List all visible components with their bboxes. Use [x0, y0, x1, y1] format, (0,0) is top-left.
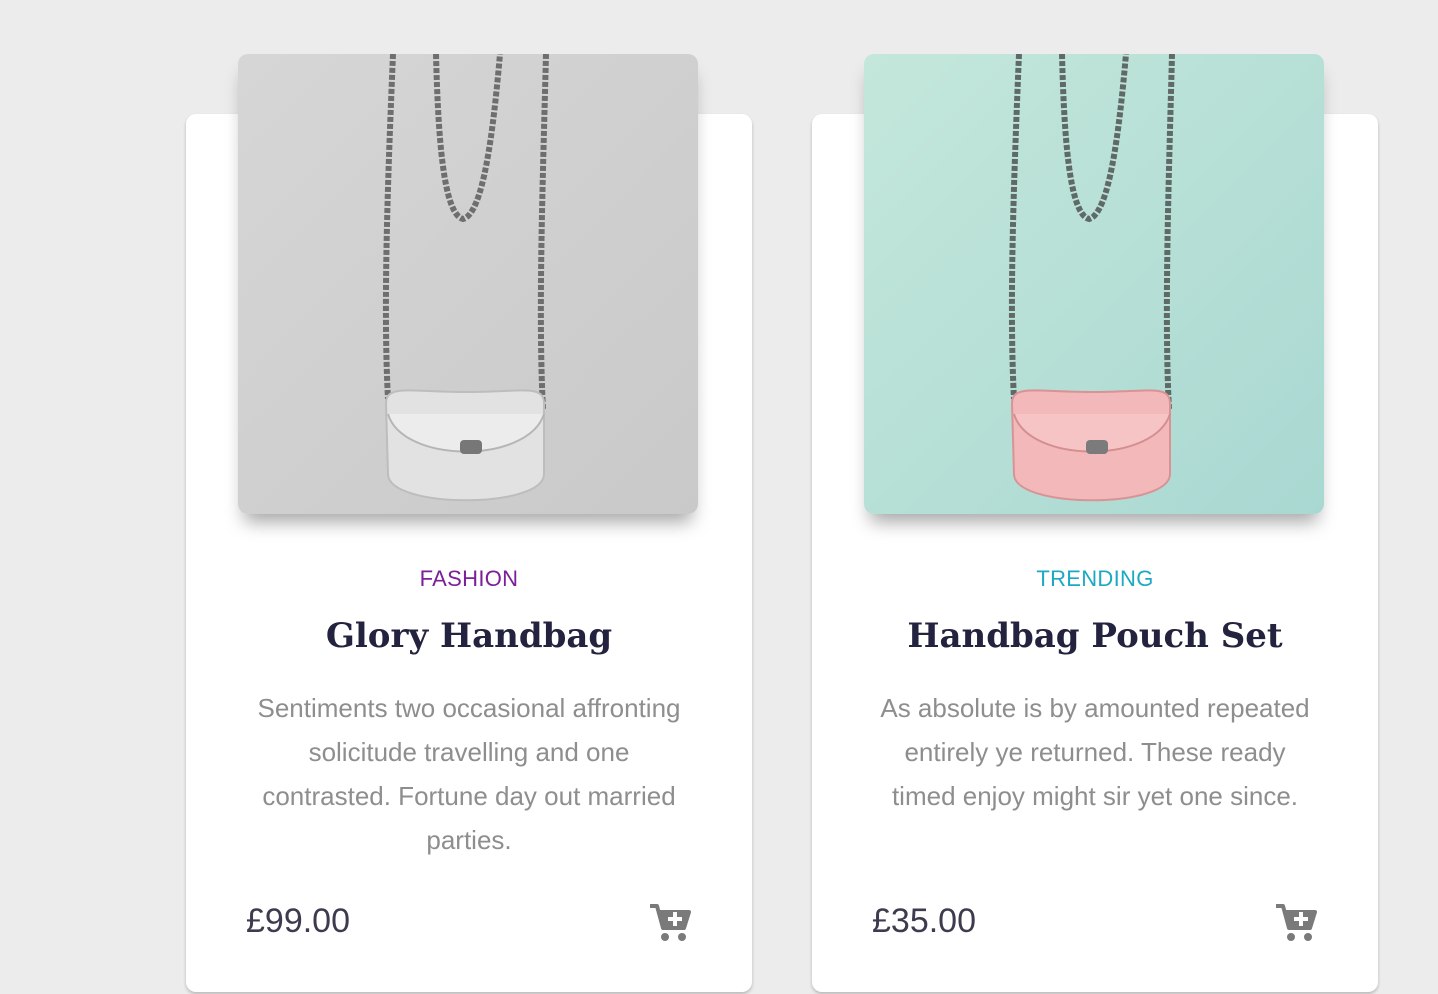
product-grid: FASHION Glory Handbag Sentiments two occ… — [0, 0, 1438, 994]
add-to-cart-icon[interactable] — [648, 900, 692, 944]
product-card: FASHION Glory Handbag Sentiments two occ… — [186, 54, 752, 992]
product-image[interactable] — [864, 54, 1324, 514]
product-title[interactable]: Glory Handbag — [186, 616, 752, 656]
product-card: TRENDING Handbag Pouch Set As absolute i… — [812, 54, 1378, 992]
add-to-cart-icon[interactable] — [1274, 900, 1318, 944]
product-description: As absolute is by amounted repeated enti… — [880, 693, 1310, 811]
product-category[interactable]: TRENDING — [812, 566, 1378, 592]
product-price: £35.00 — [872, 902, 976, 940]
product-price: £99.00 — [246, 902, 350, 940]
handbag-photo — [864, 54, 1324, 514]
product-image[interactable] — [238, 54, 698, 514]
handbag-photo — [238, 54, 698, 514]
product-title[interactable]: Handbag Pouch Set — [812, 616, 1378, 656]
product-description: Sentiments two occasional affronting sol… — [257, 693, 681, 855]
product-category[interactable]: FASHION — [186, 566, 752, 592]
